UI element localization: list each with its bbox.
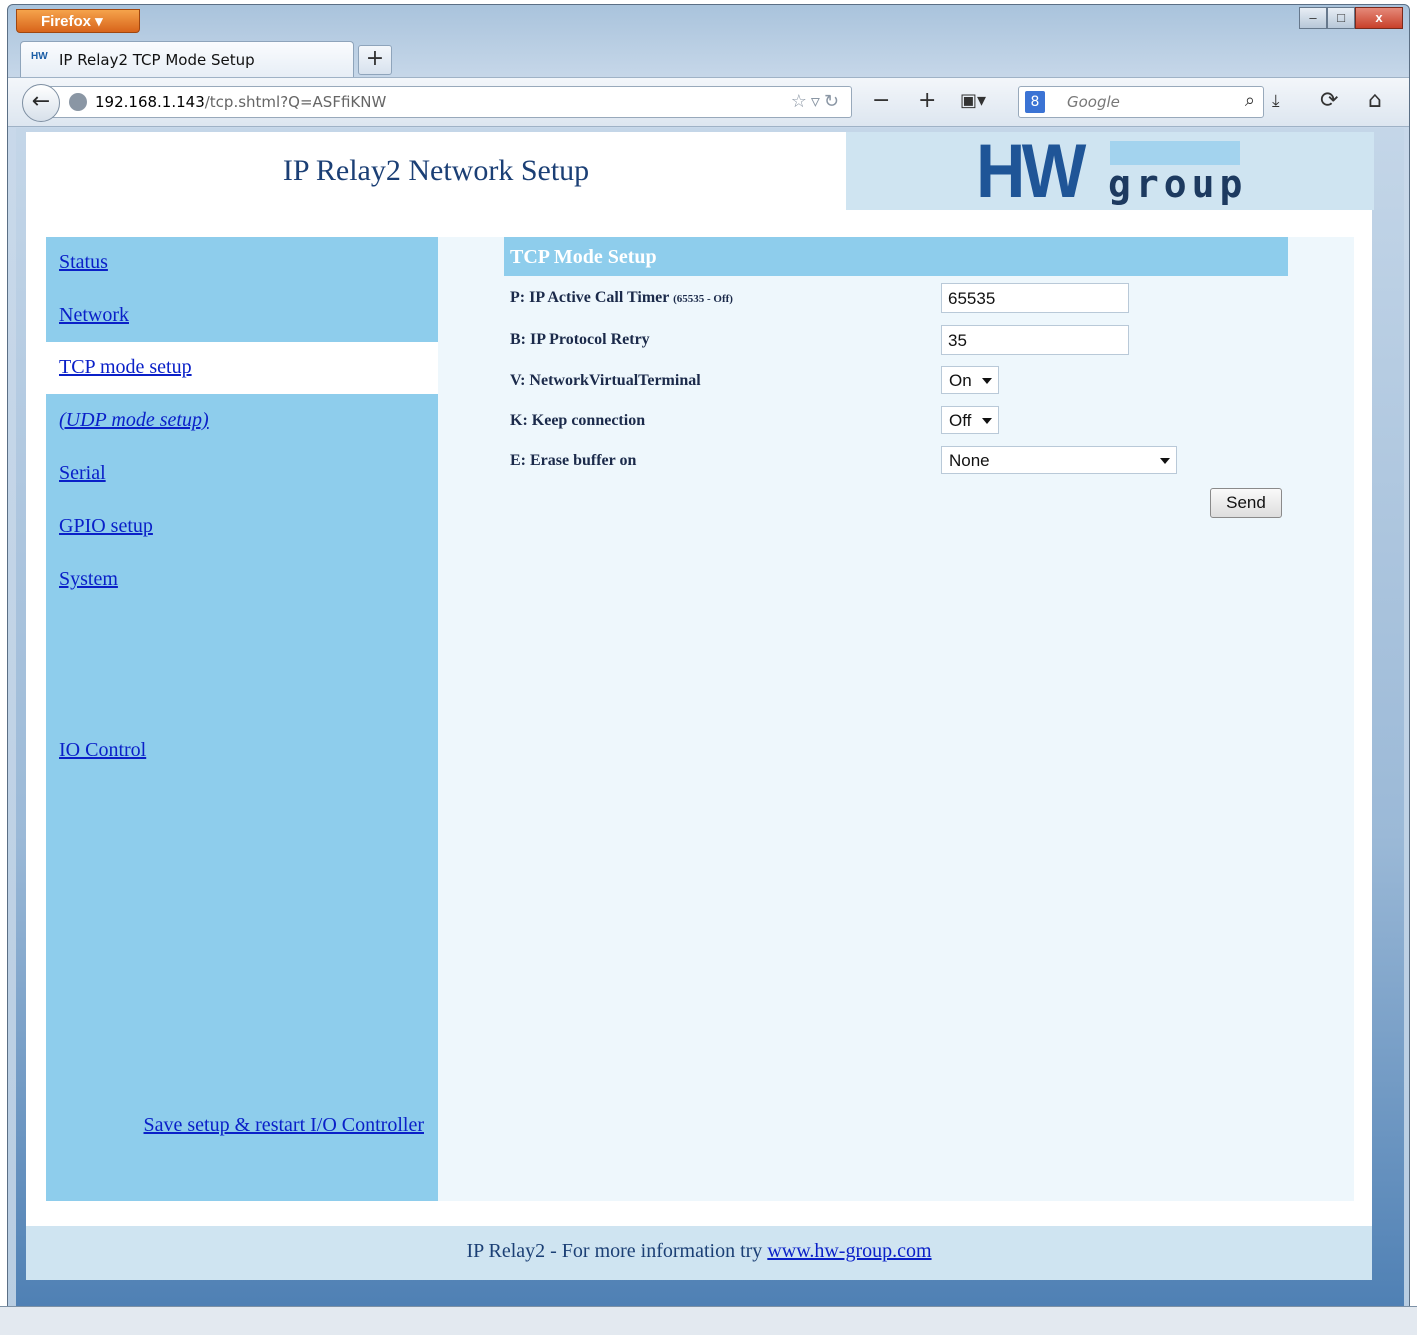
chevron-down-icon bbox=[982, 378, 992, 384]
navigation-toolbar: 192.168.1.143/tcp.shtml?Q=ASFfiKNW ☆▿↻ ←… bbox=[8, 77, 1409, 127]
form-row-erase-buffer: E: Erase buffer on None bbox=[510, 446, 1290, 478]
form-row-active-call-timer: P: IP Active Call Timer (65535 - Off) 65… bbox=[510, 283, 1290, 315]
sidebar-link-system[interactable]: System bbox=[59, 568, 118, 590]
bookmarks-menu-icon[interactable]: ▣▾ bbox=[960, 90, 986, 112]
zoom-in-icon[interactable]: + bbox=[918, 90, 936, 112]
field-label-protocol-retry: B: IP Protocol Retry bbox=[510, 331, 650, 348]
bookmark-star-icon[interactable]: ☆ bbox=[791, 91, 811, 112]
zoom-out-icon[interactable]: − bbox=[872, 90, 890, 112]
home-icon[interactable]: ⌂ bbox=[1368, 90, 1382, 112]
form-row-keep-connection: K: Keep connection Off bbox=[510, 406, 1290, 438]
search-bar[interactable]: 8 Google ⌕ bbox=[1018, 86, 1264, 118]
page-viewport: IP Relay2 Network Setup HW group Status … bbox=[16, 128, 1404, 1308]
sidebar-link-gpio[interactable]: GPIO setup bbox=[59, 515, 153, 537]
sidebar-item-status: Status bbox=[46, 237, 438, 289]
erase-buffer-select[interactable]: None bbox=[941, 446, 1177, 474]
status-bar bbox=[0, 1306, 1417, 1335]
sidebar-item-udp-mode: (UDP mode setup) bbox=[46, 395, 438, 447]
firefox-menu-button[interactable]: Firefox ▾ bbox=[16, 9, 140, 33]
field-label-keep-connection: K: Keep connection bbox=[510, 412, 646, 429]
sidebar-link-serial[interactable]: Serial bbox=[59, 462, 106, 484]
url-bar-icons: ☆▿↻ bbox=[791, 91, 843, 112]
erase-buffer-select-value: None bbox=[949, 451, 990, 470]
field-label-active-call-timer: P: IP Active Call Timer (65535 - Off) bbox=[510, 289, 733, 307]
maximize-button[interactable]: □ bbox=[1327, 7, 1355, 29]
sidebar-item-system: System bbox=[46, 554, 438, 606]
logo-hw-text: HW bbox=[976, 129, 1086, 214]
minimize-button[interactable]: – bbox=[1299, 7, 1327, 29]
sidebar-link-io-control[interactable]: IO Control bbox=[59, 739, 146, 761]
field-label-text: P: IP Active Call Timer bbox=[510, 289, 670, 306]
sidebar-item-io-control: IO Control bbox=[46, 725, 438, 777]
sidebar: Status Network TCP mode setup (UDP mode … bbox=[46, 237, 438, 1201]
chevron-down-icon bbox=[1160, 458, 1170, 464]
globe-icon bbox=[69, 93, 87, 111]
sidebar-link-tcp-mode[interactable]: TCP mode setup bbox=[59, 356, 192, 378]
search-placeholder: Google bbox=[1067, 93, 1120, 111]
sidebar-item-network: Network bbox=[46, 290, 438, 342]
site-favicon-icon: HW bbox=[31, 51, 48, 62]
nvt-select-value: On bbox=[949, 371, 972, 390]
keep-connection-select[interactable]: Off bbox=[941, 406, 999, 434]
tab-title: IP Relay2 TCP Mode Setup bbox=[59, 51, 255, 69]
hw-group-logo: HW group bbox=[846, 132, 1374, 210]
field-note: (65535 - Off) bbox=[673, 293, 733, 305]
footer: IP Relay2 - For more information try www… bbox=[26, 1226, 1372, 1280]
send-button[interactable]: Send bbox=[1210, 488, 1282, 518]
dropdown-arrow-icon[interactable]: ▿ bbox=[811, 91, 824, 112]
section-title: TCP Mode Setup bbox=[504, 237, 1288, 276]
page: IP Relay2 Network Setup HW group Status … bbox=[26, 132, 1374, 1280]
active-call-timer-input[interactable]: 65535 bbox=[941, 283, 1129, 313]
sidebar-link-network[interactable]: Network bbox=[59, 304, 129, 326]
sidebar-item-serial: Serial bbox=[46, 448, 438, 500]
reload-icon[interactable]: ↻ bbox=[824, 91, 843, 112]
protocol-retry-input[interactable]: 35 bbox=[941, 325, 1129, 355]
form-row-nvt: V: NetworkVirtualTerminal On bbox=[510, 366, 1290, 398]
back-arrow-icon[interactable]: ← bbox=[22, 84, 60, 122]
footer-link[interactable]: www.hw-group.com bbox=[767, 1240, 931, 1262]
sync-icon[interactable]: ⟳ bbox=[1320, 90, 1338, 112]
firefox-menu-label: Firefox bbox=[41, 13, 92, 30]
sidebar-link-udp-mode[interactable]: (UDP mode setup) bbox=[59, 409, 209, 431]
sidebar-item-tcp-mode: TCP mode setup bbox=[46, 342, 438, 394]
window-controls: – □ x bbox=[1299, 7, 1403, 29]
save-restart-link[interactable]: Save setup & restart I/O Controller bbox=[144, 1114, 425, 1136]
new-tab-button[interactable]: + bbox=[358, 45, 392, 75]
page-title: IP Relay2 Network Setup bbox=[282, 154, 590, 187]
google-search-icon[interactable]: 8 bbox=[1025, 91, 1045, 113]
form-row-protocol-retry: B: IP Protocol Retry 35 bbox=[510, 325, 1290, 357]
browser-tab[interactable]: HW IP Relay2 TCP Mode Setup bbox=[20, 41, 354, 77]
title-bar: Firefox ▾ – □ x bbox=[8, 5, 1409, 39]
url-bar[interactable]: 192.168.1.143/tcp.shtml?Q=ASFfiKNW ☆▿↻ bbox=[48, 86, 852, 118]
footer-text: IP Relay2 - For more information try bbox=[466, 1240, 768, 1262]
url-host: 192.168.1.143 bbox=[95, 93, 205, 111]
main-content: TCP Mode Setup P: IP Active Call Timer (… bbox=[438, 237, 1354, 1201]
magnifier-icon[interactable]: ⌕ bbox=[1245, 90, 1255, 111]
keep-connection-select-value: Off bbox=[949, 411, 972, 430]
url-path: /tcp.shtml?Q=ASFfiKNW bbox=[204, 93, 387, 111]
logo-group-text: group bbox=[1108, 162, 1248, 206]
save-restart-link-wrap: Save setup & restart I/O Controller bbox=[144, 1114, 425, 1137]
chevron-down-icon bbox=[982, 418, 992, 424]
sidebar-link-status[interactable]: Status bbox=[59, 251, 108, 273]
close-button[interactable]: x bbox=[1355, 7, 1403, 29]
download-icon[interactable]: ⤓ bbox=[1272, 90, 1280, 112]
nvt-select[interactable]: On bbox=[941, 366, 999, 394]
sidebar-item-gpio: GPIO setup bbox=[46, 501, 438, 553]
field-label-nvt: V: NetworkVirtualTerminal bbox=[510, 372, 701, 389]
field-label-erase-buffer: E: Erase buffer on bbox=[510, 452, 637, 469]
